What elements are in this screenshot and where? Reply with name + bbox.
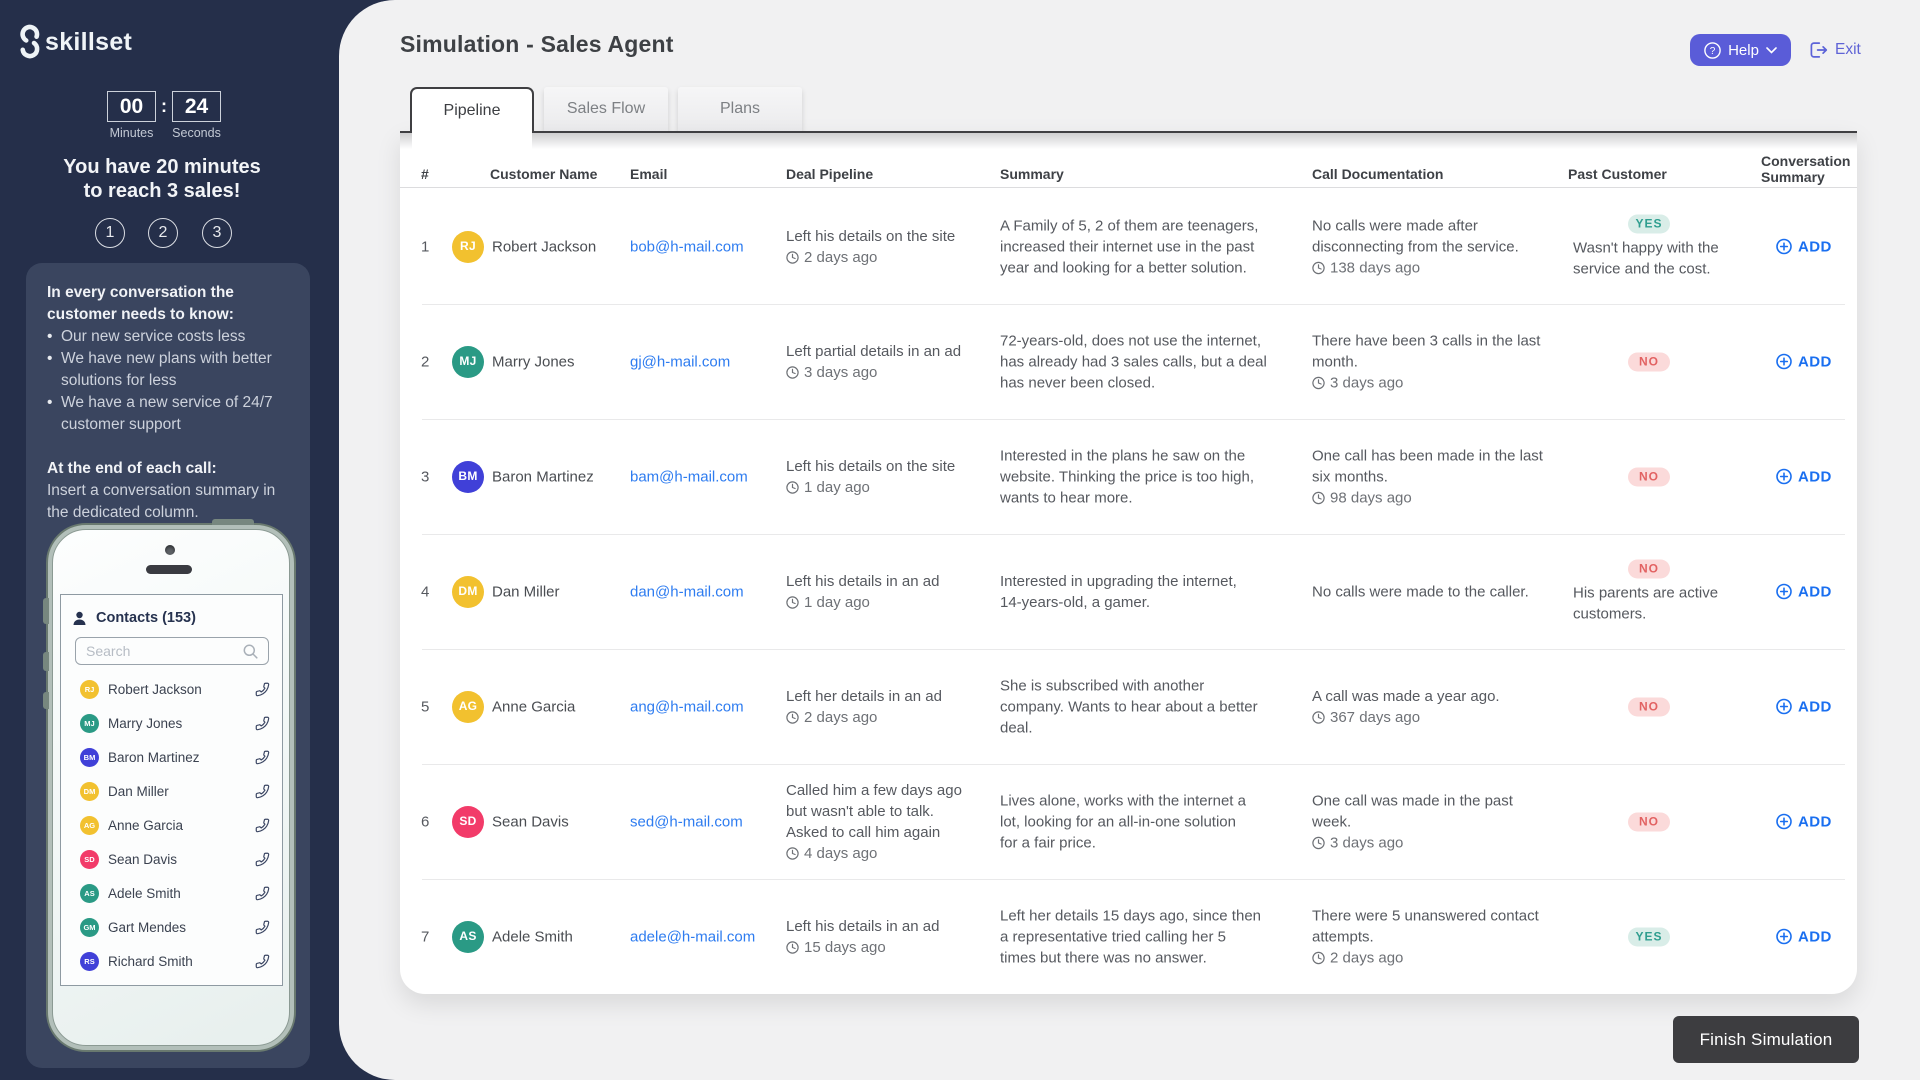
svg-text:?: ? xyxy=(1710,46,1716,57)
